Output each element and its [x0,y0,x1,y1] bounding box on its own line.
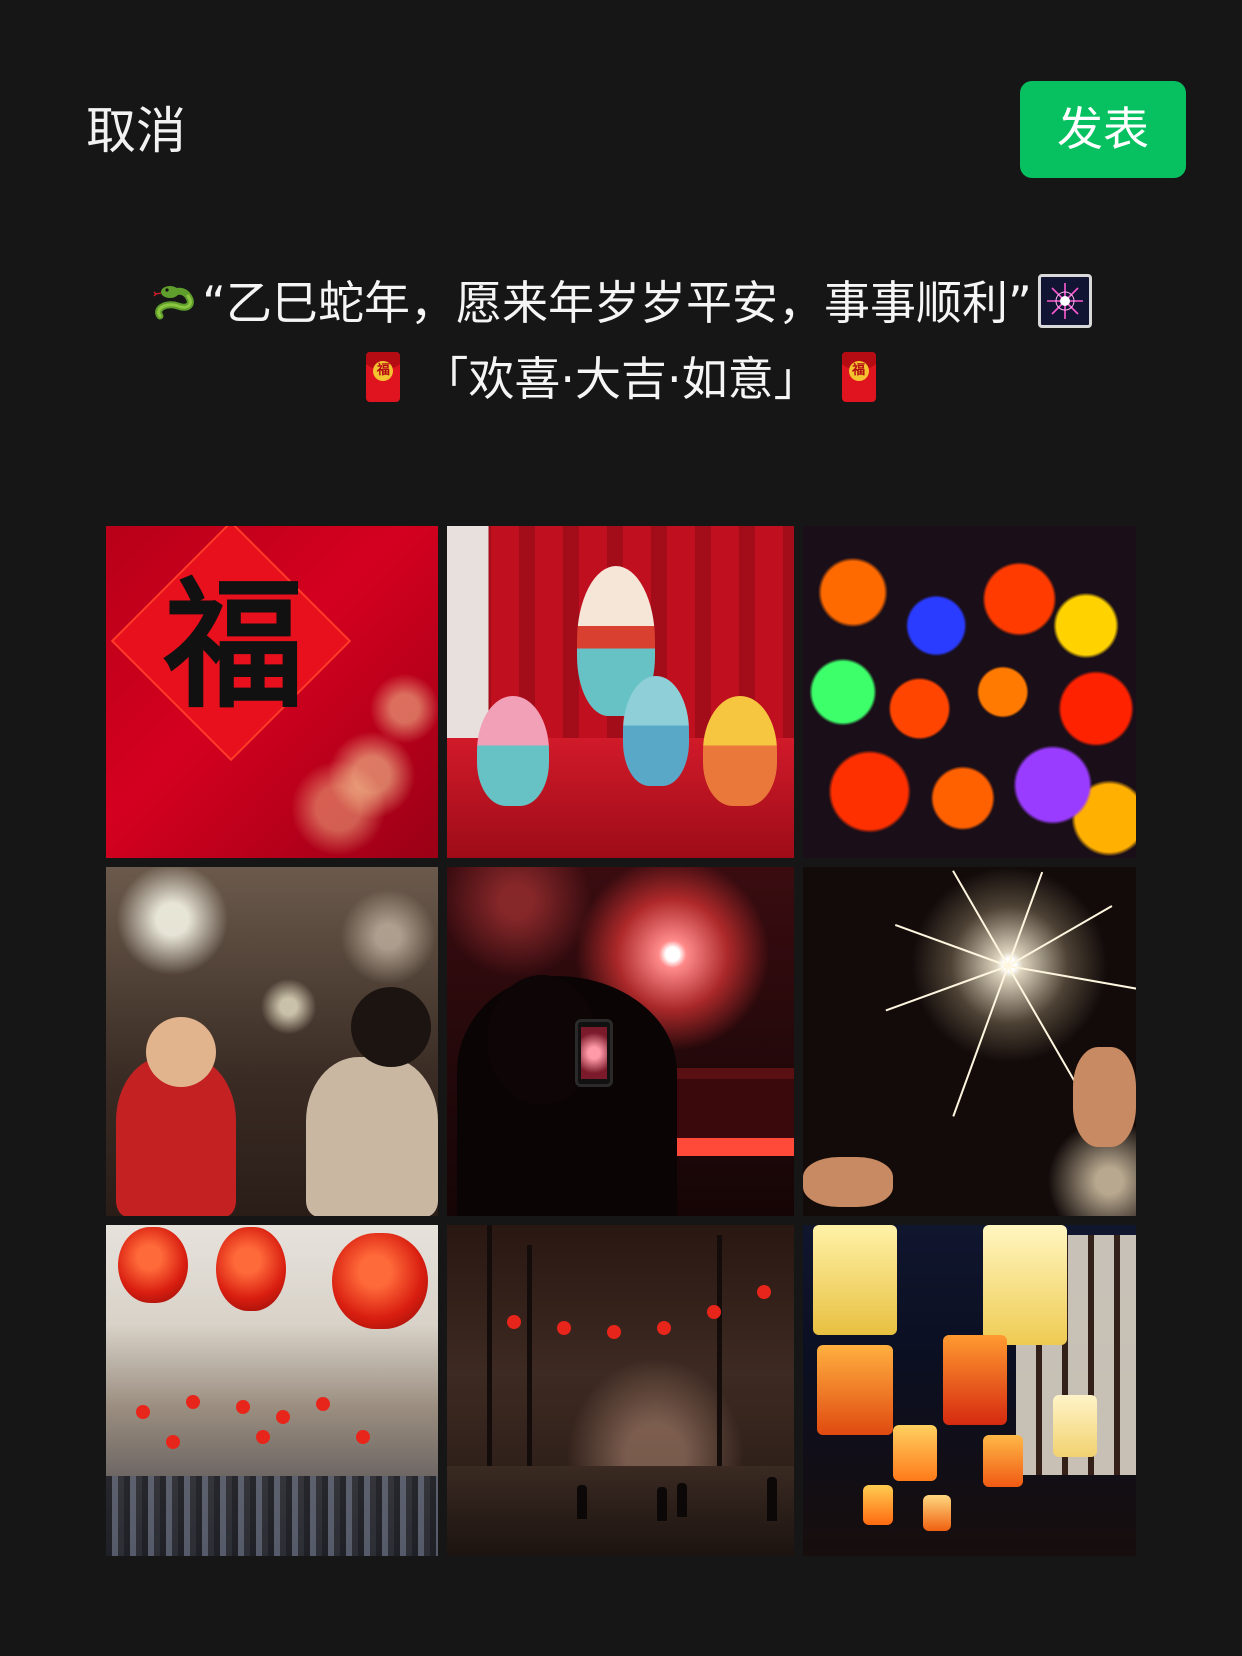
palace-lantern [863,1485,893,1525]
photo-thumbnail-snake-figurines[interactable] [447,526,794,858]
lantern [507,1315,521,1329]
spark [894,924,1009,967]
spark [1007,905,1113,967]
photo-thumbnail-lantern-street[interactable] [106,1225,438,1556]
caption-line-1-text: “乙巳蛇年，愿来年岁岁平安，事事顺利” [202,276,1032,330]
publish-button[interactable]: 发表 [1020,81,1186,178]
lantern [216,1227,286,1311]
spark [1007,965,1084,1097]
caption-line-1: “乙巳蛇年，愿来年岁岁平安，事事顺利” [60,265,1182,341]
lantern [356,1430,370,1444]
spark [1007,965,1136,992]
photo-thumbnail-photographing-fireworks[interactable] [447,867,794,1216]
pedestrian [657,1487,667,1521]
envelope-seal: 福 [848,360,869,381]
pedestrian [677,1483,687,1517]
lantern [256,1430,270,1444]
lantern [707,1305,721,1319]
street [447,1466,794,1556]
caption-line-2-text: 「欢喜·大吉·如意」 [422,352,820,406]
spark [1007,871,1044,967]
lantern [276,1410,290,1424]
hand [1073,1047,1136,1147]
photo-thumbnail-night-street[interactable] [447,1225,794,1556]
palace-lantern [943,1335,1007,1425]
palace-lantern [817,1345,893,1435]
pedestrian [767,1477,777,1521]
top-bar: 取消 发表 [0,0,1242,200]
palace-lantern [1053,1395,1097,1457]
caption-line-2: 福 「欢喜·大吉·如意」 福 [60,341,1182,417]
photo-thumbnail-palace-lanterns[interactable] [803,1225,1136,1556]
red-envelope-icon: 福 [841,351,876,402]
lantern [332,1233,428,1329]
lantern [136,1405,150,1419]
photo-grid: 福 [106,526,1136,1556]
photo-thumbnail-fu-decoration[interactable]: 福 [106,526,438,858]
palace-lantern [923,1495,951,1531]
tree-trunk [717,1235,722,1505]
lantern [557,1321,571,1335]
child-head [351,987,431,1067]
lantern [607,1325,621,1339]
child-figure [306,1057,438,1216]
lantern [236,1400,250,1414]
palace-lantern [813,1225,897,1335]
fireworks-icon [1037,273,1092,328]
palace-lantern [893,1425,937,1481]
palace-lantern [983,1225,1067,1345]
photo-thumbnail-children-fireworks[interactable] [106,867,438,1216]
spark [885,965,1009,1012]
cancel-button[interactable]: 取消 [86,96,186,166]
spark [952,965,1009,1117]
snake-figurine [703,696,777,806]
phone [575,1019,613,1087]
lantern [118,1227,188,1303]
tree-trunk [487,1225,492,1505]
snake-figurine [477,696,549,806]
crowd [106,1476,438,1556]
hand [803,1157,893,1207]
post-caption[interactable]: “乙巳蛇年，愿来年岁岁平安，事事顺利” 福 「欢喜·大吉·如意」 福 [60,265,1182,417]
photo-thumbnail-sparklers[interactable] [803,867,1136,1216]
pedestrian [577,1485,587,1519]
fu-character: 福 [163,564,304,728]
child-face [146,1017,216,1087]
snake-icon [150,276,202,328]
lantern [186,1395,200,1409]
lantern [757,1285,771,1299]
lantern [316,1397,330,1411]
photo-thumbnail-colorful-lanterns[interactable] [803,526,1136,858]
lantern [166,1435,180,1449]
lantern [657,1321,671,1335]
red-envelope-icon: 福 [366,351,401,402]
snake-figurine [623,676,689,786]
spark [952,870,1009,967]
palace-lantern [983,1435,1023,1487]
envelope-seal: 福 [373,360,394,381]
